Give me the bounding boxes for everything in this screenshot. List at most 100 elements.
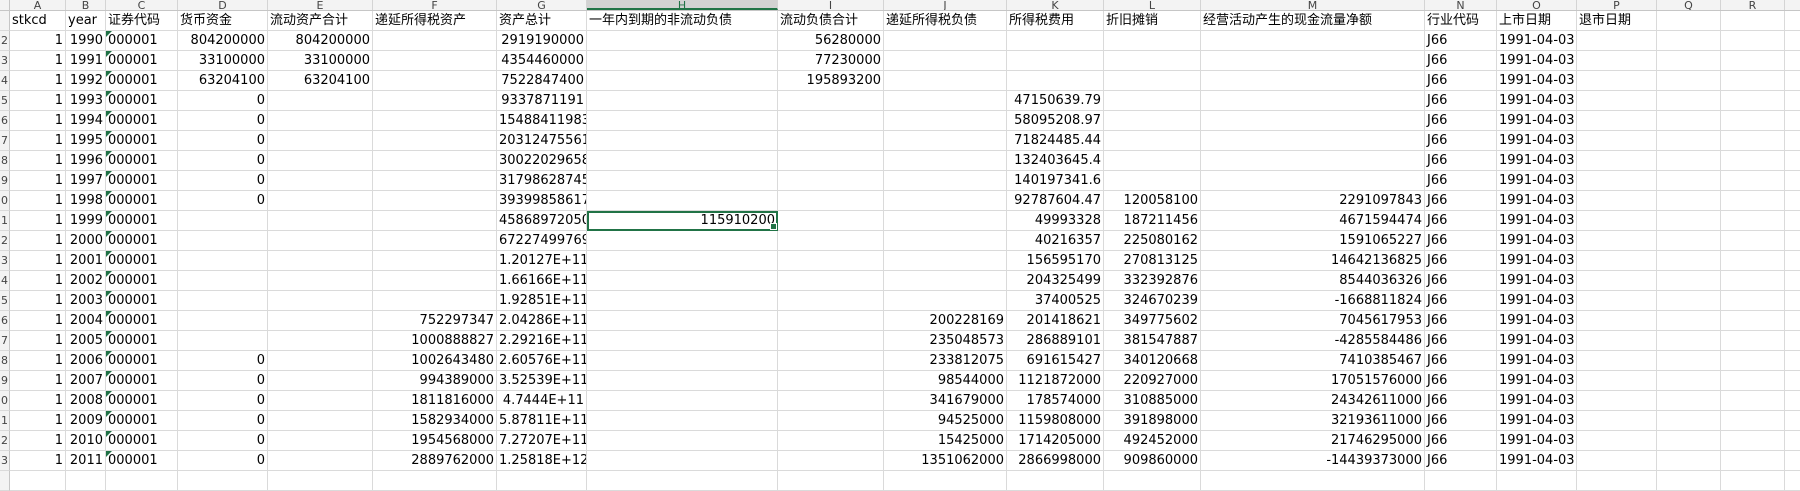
grid-cell[interactable]: J66 <box>1425 131 1497 151</box>
grid-cell[interactable]: 1000888827 <box>373 331 497 351</box>
grid-cell[interactable]: J66 <box>1425 411 1497 431</box>
grid-cell[interactable] <box>884 71 1007 91</box>
column-header-d[interactable]: D <box>178 0 268 10</box>
grid-cell[interactable]: 2.60576E+11 <box>497 351 587 371</box>
grid-cell[interactable] <box>268 351 373 371</box>
grid-cell[interactable] <box>1104 131 1201 151</box>
grid-cell[interactable] <box>373 471 497 491</box>
grid-cell[interactable] <box>1577 311 1657 331</box>
grid-cell[interactable] <box>1577 131 1657 151</box>
grid-cell[interactable] <box>268 311 373 331</box>
grid-cell[interactable]: 1 <box>10 451 66 471</box>
grid-cell[interactable] <box>1721 451 1785 471</box>
grid-cell[interactable]: 000001 <box>106 331 178 351</box>
grid-cell[interactable] <box>1657 291 1721 311</box>
grid-cell[interactable]: J66 <box>1425 371 1497 391</box>
grid-cell[interactable]: 381547887 <box>1104 331 1201 351</box>
grid-cell[interactable]: 21746295000 <box>1201 431 1425 451</box>
row-number[interactable]: 7 <box>0 131 10 151</box>
grid-cell[interactable]: 000001 <box>106 251 178 271</box>
grid-cell[interactable]: 67227499769 <box>497 231 587 251</box>
column-header-a[interactable]: A <box>10 0 66 10</box>
grid-cell[interactable] <box>1577 191 1657 211</box>
grid-cell[interactable]: 49993328 <box>1007 211 1104 231</box>
grid-cell[interactable] <box>268 331 373 351</box>
grid-cell[interactable]: 7045617953 <box>1201 311 1425 331</box>
grid-cell[interactable]: 1 <box>10 31 66 51</box>
grid-cell[interactable]: 804200000 <box>178 31 268 51</box>
grid-cell[interactable]: 492452000 <box>1104 431 1201 451</box>
grid-cell[interactable]: 94525000 <box>884 411 1007 431</box>
grid-cell[interactable] <box>1104 51 1201 71</box>
grid-cell[interactable] <box>1577 91 1657 111</box>
grid-cell[interactable]: 2005 <box>66 331 106 351</box>
grid-cell[interactable] <box>587 171 778 191</box>
grid-cell[interactable] <box>1657 71 1721 91</box>
grid-cell[interactable]: 7.27207E+11 <box>497 431 587 451</box>
grid-cell[interactable] <box>1657 131 1721 151</box>
grid-cell[interactable] <box>778 371 884 391</box>
grid-cell[interactable] <box>1657 51 1721 71</box>
grid-cell[interactable] <box>1785 311 1800 331</box>
grid-cell[interactable]: 9337871191 <box>497 91 587 111</box>
grid-cell[interactable] <box>268 111 373 131</box>
grid-cell[interactable]: J66 <box>1425 271 1497 291</box>
grid-cell[interactable]: 1996 <box>66 151 106 171</box>
grid-cell[interactable]: 1591065227 <box>1201 231 1425 251</box>
grid-cell[interactable] <box>587 231 778 251</box>
grid-cell[interactable] <box>1785 371 1800 391</box>
grid-cell[interactable]: 1.92851E+11 <box>497 291 587 311</box>
grid-cell[interactable]: 33100000 <box>178 51 268 71</box>
grid-cell[interactable]: 1991-04-03 <box>1497 191 1577 211</box>
grid-cell[interactable]: 2866998000 <box>1007 451 1104 471</box>
grid-cell[interactable] <box>778 131 884 151</box>
grid-cell[interactable] <box>587 191 778 211</box>
grid-cell[interactable]: 1991-04-03 <box>1497 71 1577 91</box>
grid-cell[interactable] <box>1657 471 1721 491</box>
grid-cell[interactable] <box>1104 171 1201 191</box>
grid-cell[interactable] <box>1657 431 1721 451</box>
grid-cell[interactable] <box>884 111 1007 131</box>
grid-cell[interactable]: 1 <box>10 251 66 271</box>
grid-cell[interactable] <box>268 191 373 211</box>
grid-cell[interactable]: 156595170 <box>1007 251 1104 271</box>
grid-cell[interactable] <box>1007 471 1104 491</box>
grid-cell[interactable] <box>1577 171 1657 191</box>
column-header-q[interactable]: Q <box>1657 0 1721 10</box>
grid-cell[interactable] <box>1657 91 1721 111</box>
grid-cell[interactable]: 1991-04-03 <box>1497 291 1577 311</box>
grid-cell[interactable]: 71824485.44 <box>1007 131 1104 151</box>
header-cell[interactable]: 所得税费用 <box>1007 11 1104 31</box>
grid-cell[interactable] <box>1785 331 1800 351</box>
grid-cell[interactable] <box>1577 331 1657 351</box>
grid-cell[interactable]: 1 <box>10 351 66 371</box>
grid-cell[interactable]: 000001 <box>106 271 178 291</box>
grid-cell[interactable] <box>587 351 778 371</box>
grid-cell[interactable]: 1 <box>10 211 66 231</box>
grid-cell[interactable]: 1991-04-03 <box>1497 251 1577 271</box>
grid-cell[interactable]: J66 <box>1425 31 1497 51</box>
grid-cell[interactable] <box>884 211 1007 231</box>
grid-cell[interactable]: 1 <box>10 151 66 171</box>
grid-cell[interactable]: 000001 <box>106 171 178 191</box>
grid-cell[interactable]: 4354460000 <box>497 51 587 71</box>
grid-cell[interactable] <box>884 271 1007 291</box>
grid-cell[interactable] <box>1721 71 1785 91</box>
row-number[interactable]: 8 <box>0 351 10 371</box>
grid-cell[interactable] <box>1721 271 1785 291</box>
header-cell[interactable]: 一年内到期的非流动负债 <box>587 11 778 31</box>
column-header-l[interactable]: L <box>1104 0 1201 10</box>
grid-cell[interactable] <box>884 251 1007 271</box>
grid-cell[interactable] <box>373 71 497 91</box>
grid-cell[interactable]: 1811816000 <box>373 391 497 411</box>
grid-cell[interactable] <box>1577 211 1657 231</box>
grid-cell[interactable] <box>884 151 1007 171</box>
grid-cell[interactable]: J66 <box>1425 331 1497 351</box>
header-cell[interactable]: 递延所得税资产 <box>373 11 497 31</box>
grid-cell[interactable]: 7410385467 <box>1201 351 1425 371</box>
grid-cell[interactable] <box>1785 111 1800 131</box>
grid-cell[interactable] <box>1721 291 1785 311</box>
grid-cell[interactable] <box>1721 111 1785 131</box>
grid-cell[interactable]: 0 <box>178 431 268 451</box>
grid-cell[interactable] <box>1201 471 1425 491</box>
